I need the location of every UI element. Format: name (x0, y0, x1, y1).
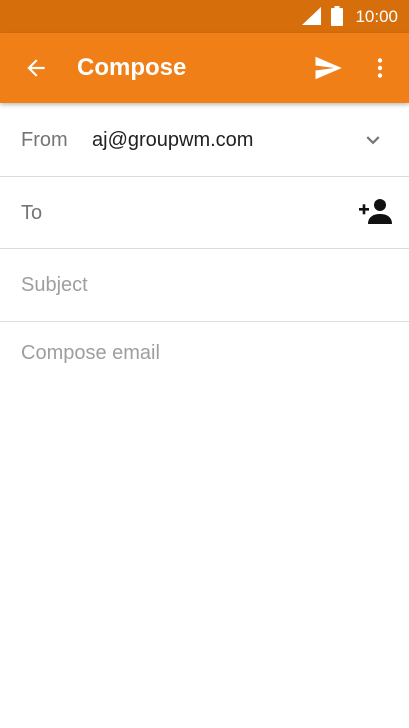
app-bar: Compose (0, 33, 409, 103)
status-time: 10:00 (355, 7, 398, 26)
more-vert-icon (377, 58, 383, 78)
battery-icon (331, 6, 343, 26)
compose-form: From aj@groupwm.com To (0, 103, 409, 722)
page-title: Compose (77, 54, 187, 81)
subject-row (0, 249, 409, 322)
to-input[interactable] (60, 195, 345, 229)
to-row: To (0, 177, 409, 249)
body-area (0, 322, 409, 722)
send-icon (315, 56, 342, 80)
more-options-button[interactable] (362, 44, 398, 92)
chevron-down-icon[interactable] (360, 127, 386, 153)
signal-icon (302, 7, 321, 25)
status-bar: 10:00 (0, 0, 409, 33)
to-label: To (21, 202, 43, 224)
from-row[interactable]: From aj@groupwm.com (0, 103, 409, 177)
back-button[interactable] (12, 44, 60, 92)
compose-body-input[interactable] (21, 342, 391, 702)
add-contact-icon[interactable] (358, 197, 392, 227)
subject-input[interactable] (21, 269, 391, 301)
arrow-back-icon (27, 59, 45, 77)
send-button[interactable] (304, 44, 352, 92)
from-label: From (21, 129, 68, 151)
from-account-value[interactable]: aj@groupwm.com (92, 129, 253, 152)
